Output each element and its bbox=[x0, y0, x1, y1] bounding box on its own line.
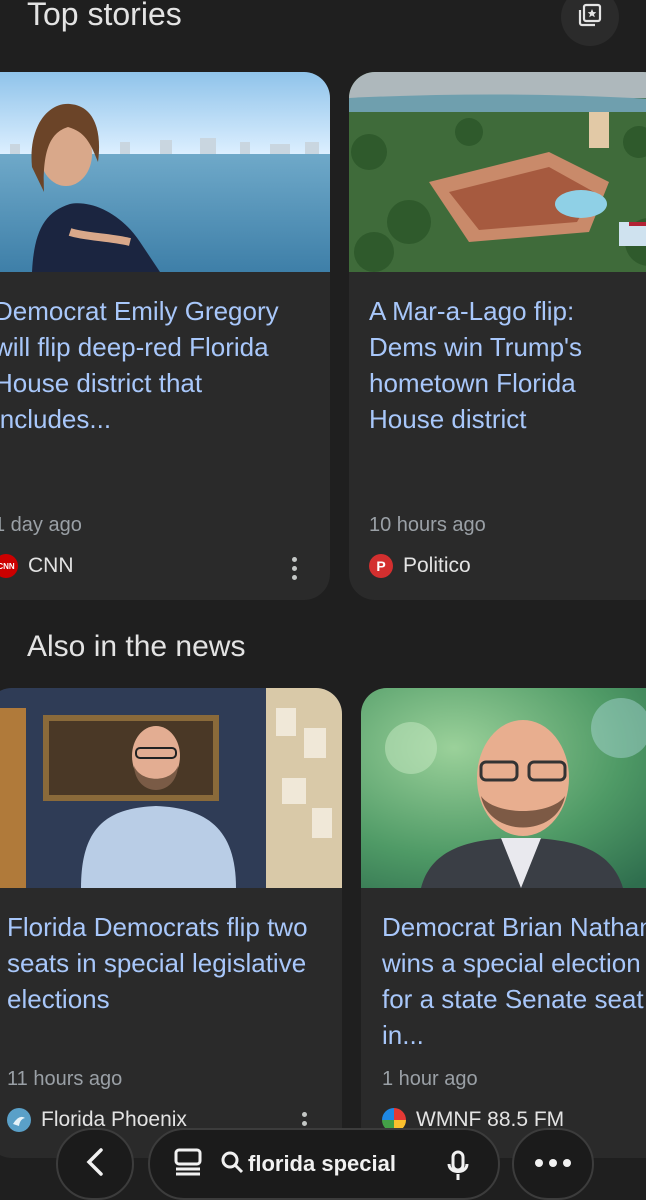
card-headline[interactable]: Florida Democrats flip two seats in spec… bbox=[7, 909, 325, 1017]
card-headline[interactable]: Democrat Emily Gregory will flip deep-re… bbox=[0, 293, 306, 437]
more-menu-button[interactable] bbox=[512, 1128, 594, 1200]
card-headline[interactable]: Democrat Brian Nathan wins a special ele… bbox=[382, 909, 646, 1053]
microphone-icon[interactable] bbox=[446, 1150, 470, 1187]
search-icon bbox=[220, 1150, 244, 1179]
browser-bottom-bar: florida special bbox=[0, 1128, 646, 1200]
more-horizontal-icon bbox=[533, 1155, 573, 1173]
collections-button[interactable] bbox=[561, 0, 619, 46]
card-image bbox=[349, 72, 646, 272]
source-name: CNN bbox=[28, 554, 74, 577]
card-headline[interactable]: A Mar-a-Lago flip: Dems win Trump's home… bbox=[369, 293, 646, 437]
card-source: P Politico bbox=[369, 554, 471, 578]
back-button[interactable] bbox=[56, 1128, 134, 1200]
tabs-icon[interactable] bbox=[172, 1147, 204, 1182]
news-card[interactable]: Democrat Emily Gregory will flip deep-re… bbox=[0, 72, 330, 600]
card-timestamp: 1 hour ago bbox=[382, 1068, 478, 1090]
politico-logo-icon: P bbox=[369, 554, 393, 578]
chevron-left-icon bbox=[83, 1147, 107, 1182]
card-source: CNN CNN bbox=[0, 554, 74, 578]
search-query-text[interactable]: florida special bbox=[248, 1151, 416, 1177]
source-name: Politico bbox=[403, 554, 471, 577]
collection-add-icon bbox=[577, 2, 603, 33]
news-card[interactable]: Democrat Brian Nathan wins a special ele… bbox=[361, 688, 646, 1158]
news-card[interactable]: A Mar-a-Lago flip: Dems win Trump's home… bbox=[349, 72, 646, 600]
cnn-logo-icon: CNN bbox=[0, 554, 18, 578]
card-timestamp: 1 day ago bbox=[0, 514, 82, 536]
also-in-news-title: Also in the news bbox=[27, 630, 246, 663]
card-timestamp: 10 hours ago bbox=[369, 514, 486, 536]
address-bar[interactable]: florida special bbox=[148, 1128, 500, 1200]
card-image bbox=[361, 688, 646, 888]
more-options-icon[interactable] bbox=[290, 557, 298, 580]
card-image bbox=[0, 688, 342, 888]
card-image bbox=[0, 72, 330, 272]
news-card[interactable]: Florida Democrats flip two seats in spec… bbox=[0, 688, 342, 1158]
card-timestamp: 11 hours ago bbox=[7, 1068, 123, 1090]
top-stories-title: Top stories bbox=[27, 0, 182, 32]
